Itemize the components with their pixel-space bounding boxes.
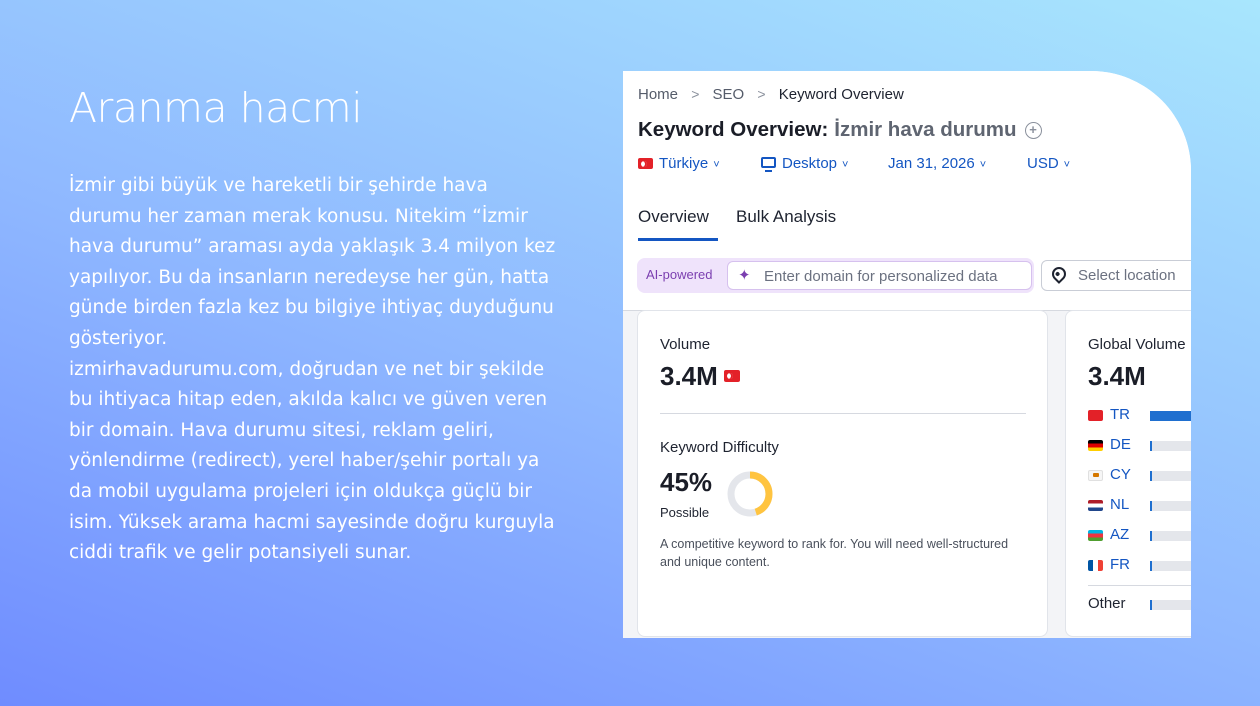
country-code: NL — [1110, 496, 1130, 513]
country-code: DE — [1110, 436, 1131, 453]
breadcrumb-separator: > — [691, 86, 700, 102]
breadcrumb-home[interactable]: Home — [638, 86, 678, 103]
ai-powered-badge: AI-powered — [646, 267, 713, 282]
country-bar-fill — [1150, 411, 1191, 421]
country-bar-track — [1150, 501, 1191, 511]
page-title: Keyword Overview: İzmir hava durumu + — [638, 118, 1042, 142]
active-tab-indicator — [638, 238, 718, 241]
country-bar-track — [1150, 561, 1191, 571]
page-title-label: Keyword Overview: — [638, 118, 829, 141]
chevron-down-icon: ˅ — [979, 159, 987, 171]
volume-label: Volume — [660, 336, 711, 353]
kd-description: A competitive keyword to rank for. You w… — [660, 537, 1009, 569]
sparkle-icon: ✦ — [738, 267, 751, 284]
france-flag-icon — [1088, 560, 1103, 571]
location-pin-icon — [1049, 264, 1069, 284]
country-row-az[interactable]: AZ — [1088, 526, 1191, 546]
country-bar-fill — [1150, 561, 1152, 571]
add-keyword-icon[interactable]: + — [1024, 122, 1042, 139]
kd-value: 45% — [660, 467, 713, 497]
volume-value-wrap: 3.4M — [660, 361, 740, 392]
global-volume-value: 3.4M — [1088, 361, 1146, 391]
country-divider — [1088, 585, 1191, 586]
breadcrumb-separator: > — [757, 86, 766, 102]
tab-bulk-analysis[interactable]: Bulk Analysis — [736, 207, 836, 227]
tab-overview-label: Overview — [638, 207, 709, 226]
country-code: TR — [1110, 406, 1130, 423]
chevron-down-icon: ˅ — [713, 159, 720, 171]
slide-paragraph: İzmir gibi büyük ve hareketli bir şehird… — [69, 175, 556, 349]
netherlands-flag-icon — [1088, 500, 1103, 511]
country-bar-track — [1150, 531, 1191, 541]
date-select[interactable]: Jan 31, 2026 ˅ — [888, 155, 986, 172]
country-row-other: Other — [1088, 595, 1191, 615]
country-bar-fill — [1150, 471, 1152, 481]
desktop-icon — [761, 157, 776, 172]
country-value: Türkiye — [659, 155, 709, 172]
currency-value: USD — [1027, 155, 1059, 172]
ai-domain-box: AI-powered ✦ Enter domain for personaliz… — [637, 258, 1034, 293]
turkey-flag-icon — [1088, 410, 1103, 421]
global-volume-label: Global Volume — [1088, 336, 1186, 353]
breadcrumb-current: Keyword Overview — [778, 86, 904, 103]
device-value: Desktop — [782, 155, 838, 172]
tab-overview[interactable]: Overview — [638, 207, 718, 241]
country-code: CY — [1110, 466, 1131, 483]
country-select[interactable]: Türkiye ˅ — [638, 155, 720, 172]
volume-value: 3.4M — [660, 361, 718, 391]
location-select[interactable]: Select location — [1041, 260, 1191, 291]
country-bar-fill — [1150, 600, 1152, 610]
country-row-cy[interactable]: CY — [1088, 466, 1191, 486]
other-label: Other — [1088, 595, 1126, 612]
kd-label: Keyword Difficulty — [660, 439, 779, 456]
tab-bulk-label: Bulk Analysis — [736, 207, 837, 226]
country-bar-track — [1150, 600, 1191, 610]
location-placeholder: Select location — [1078, 267, 1176, 284]
date-value: Jan 31, 2026 — [888, 155, 975, 172]
global-volume-card: Global Volume 3.4M TR DE CY NL AZ FR Oth… — [1065, 310, 1191, 637]
germany-flag-icon — [1088, 440, 1103, 451]
currency-select[interactable]: USD ˅ — [1027, 155, 1070, 172]
breadcrumb-seo[interactable]: SEO — [713, 86, 745, 103]
country-row-fr[interactable]: FR — [1088, 556, 1191, 576]
country-bar-fill — [1150, 441, 1152, 451]
country-bar-fill — [1150, 501, 1152, 511]
breadcrumb: Home > SEO > Keyword Overview — [638, 86, 904, 103]
turkey-flag-icon — [723, 370, 740, 382]
country-bar-fill — [1150, 531, 1152, 541]
slide-title: Aranma hacmi — [69, 84, 363, 132]
card-divider — [660, 413, 1026, 414]
domain-input[interactable]: ✦ Enter domain for personalized data — [727, 261, 1032, 290]
country-row-tr[interactable]: TR — [1088, 406, 1191, 426]
azerbaijan-flag-icon — [1088, 530, 1103, 541]
chevron-down-icon: ˅ — [1063, 159, 1071, 171]
device-select[interactable]: Desktop ˅ — [761, 155, 848, 172]
turkey-flag-icon — [638, 158, 653, 169]
country-row-de[interactable]: DE — [1088, 436, 1191, 456]
domain-input-placeholder: Enter domain for personalized data — [764, 268, 998, 285]
slide-paragraph: izmirhavadurumu.com, doğrudan ve net bir… — [69, 358, 555, 564]
country-code: AZ — [1110, 526, 1130, 543]
kd-donut-chart — [727, 471, 773, 517]
country-code: FR — [1110, 556, 1130, 573]
slide-body: İzmir gibi büyük ve hareketli bir şehird… — [69, 171, 564, 569]
kd-level: Possible — [660, 505, 710, 520]
keyword-text: İzmir hava durumu — [834, 118, 1017, 141]
country-bar-track — [1150, 441, 1191, 451]
chevron-down-icon: ˅ — [842, 159, 849, 171]
country-row-nl[interactable]: NL — [1088, 496, 1191, 516]
keyword-overview-panel: Home > SEO > Keyword Overview Keyword Ov… — [623, 71, 1191, 638]
volume-card: Volume 3.4M Keyword Difficulty 45% Possi… — [637, 310, 1048, 637]
country-bar-track — [1150, 471, 1191, 481]
cyprus-flag-icon — [1088, 470, 1103, 481]
